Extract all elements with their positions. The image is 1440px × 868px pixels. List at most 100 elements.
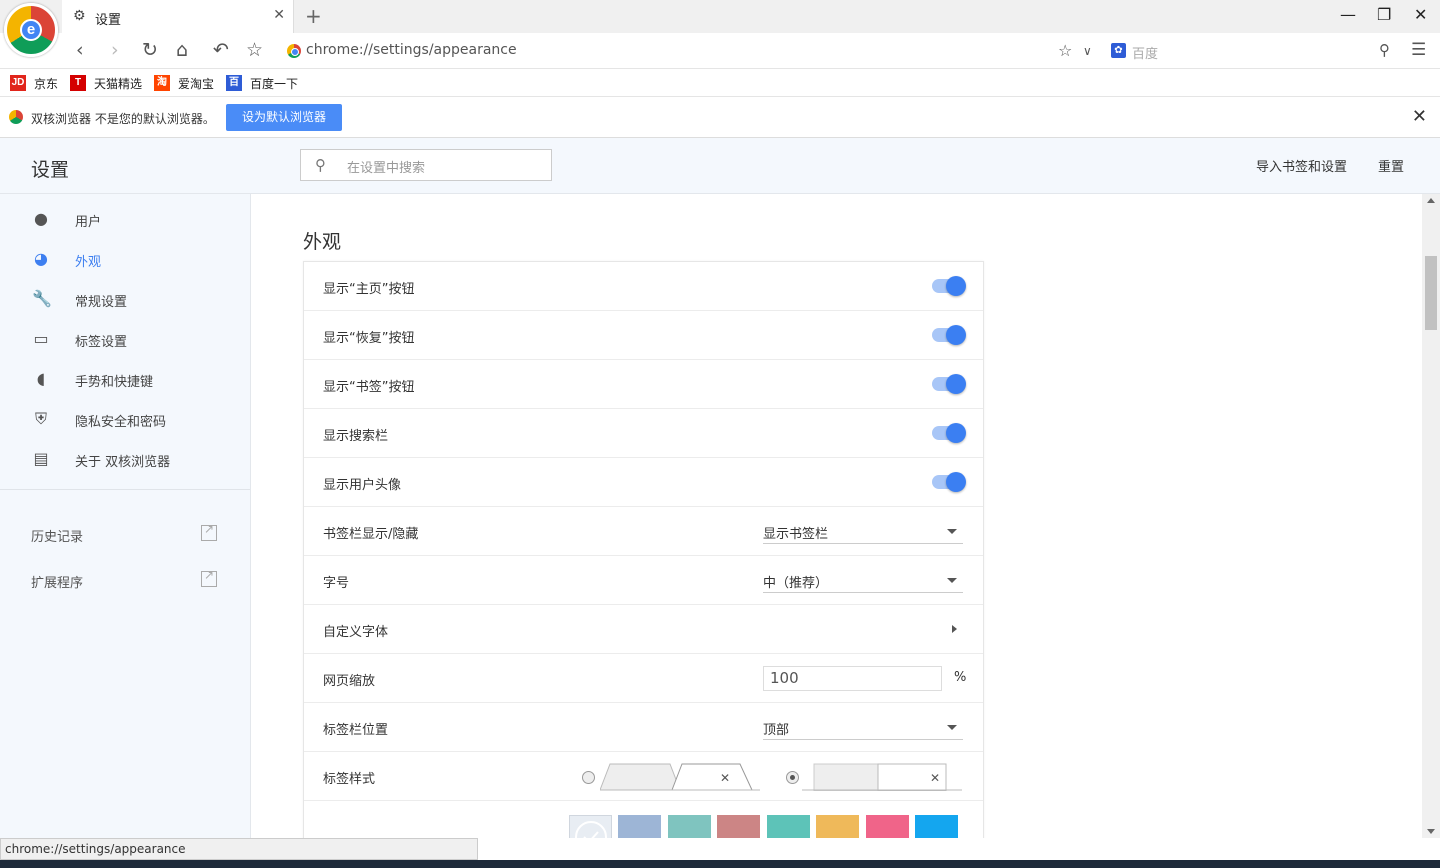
close-icon[interactable]: ✕	[1412, 106, 1427, 127]
mouse-icon: ◖	[36, 369, 46, 388]
browser-logo[interactable]: e	[4, 3, 58, 57]
baidu-icon[interactable]: ✿	[1111, 43, 1126, 58]
sidebar: ● 用户 ◕ 外观 🔧 常规设置 ▭ 标签设置 ◖ 手势和快捷键 ⛨ 隐私安全和…	[0, 194, 251, 868]
setting-row-restore-button: 显示“恢复”按钮	[304, 311, 983, 360]
import-bookmarks-link[interactable]: 导入书签和设置	[1256, 156, 1347, 175]
address-bar: ‹ › ↻ ⌂ ↶ ☆ chrome://settings/appearance…	[0, 33, 1440, 69]
theme-swatch-sky[interactable]	[915, 815, 958, 838]
setting-row-search-bar: 显示搜索栏	[304, 409, 983, 458]
set-default-button[interactable]: 设为默认浏览器	[226, 104, 342, 131]
tab-icon: ▭	[33, 329, 49, 348]
tab-style-rectangle-preview[interactable]: ✕	[802, 763, 962, 791]
setting-row-tab-style: 标签样式 ✕ ✕	[304, 752, 983, 801]
setting-row-avatar: 显示用户头像	[304, 458, 983, 507]
back-button[interactable]: ‹	[76, 39, 84, 61]
baidu-paw-icon: 百	[226, 75, 242, 91]
tab-settings[interactable]: ⚙ 设置 ✕	[62, 0, 294, 33]
dropdown-arrow-icon	[947, 725, 957, 730]
scroll-up-icon[interactable]	[1427, 198, 1435, 203]
theme-swatch-aqua[interactable]	[767, 815, 810, 838]
font-size-select[interactable]: 中（推荐）	[763, 567, 963, 593]
minimize-button[interactable]: —	[1340, 5, 1356, 24]
tab-title: 设置	[95, 13, 122, 28]
sidebar-item-users[interactable]: ● 用户	[0, 200, 250, 240]
restore-button[interactable]: ❐	[1377, 5, 1391, 24]
reset-link[interactable]: 重置	[1378, 156, 1404, 175]
reload-button[interactable]: ↻	[142, 39, 158, 61]
shield-icon: ⛨	[34, 409, 47, 428]
external-link-icon	[201, 522, 217, 541]
forward-button[interactable]: ›	[111, 39, 119, 61]
title-bar: ⚙ 设置 ✕ + — ❐ ✕	[0, 0, 1440, 33]
tab-style-radio-trapezoid[interactable]	[582, 771, 595, 784]
tab-position-select[interactable]: 顶部	[763, 714, 963, 740]
jd-icon: JD	[10, 75, 26, 91]
tab-close-icon[interactable]: ✕	[273, 7, 285, 23]
toggle-home-button[interactable]	[932, 276, 966, 296]
sidebar-item-appearance[interactable]: ◕ 外观	[0, 240, 250, 280]
sidebar-item-privacy[interactable]: ⛨ 隐私安全和密码	[0, 400, 250, 440]
toggle-bookmark-button[interactable]	[932, 374, 966, 394]
palette-icon: ◕	[34, 249, 48, 268]
bookmark-bar-select[interactable]: 显示书签栏	[763, 518, 963, 544]
scrollbar[interactable]	[1422, 194, 1440, 838]
scroll-down-icon[interactable]	[1427, 829, 1435, 834]
taskbar	[0, 860, 1440, 868]
theme-swatch-pink[interactable]	[866, 815, 909, 838]
new-tab-button[interactable]: +	[305, 4, 322, 28]
sidebar-item-tabs[interactable]: ▭ 标签设置	[0, 320, 250, 360]
restore-tab-button[interactable]: ↶	[213, 39, 229, 61]
scroll-thumb[interactable]	[1425, 256, 1437, 330]
gear-icon: ⚙	[73, 8, 86, 24]
theme-swatch-orange[interactable]	[816, 815, 859, 838]
search-box[interactable]: 百度	[1132, 43, 1158, 62]
page-title: 设置	[31, 159, 70, 181]
bookmark-star-icon[interactable]: ☆	[246, 39, 263, 61]
close-window-button[interactable]: ✕	[1414, 5, 1427, 24]
home-button[interactable]: ⌂	[176, 39, 188, 61]
zoom-input[interactable]: 100	[763, 666, 942, 691]
settings-main: 外观 显示“主页”按钮 显示“恢复”按钮 显示“书签”按钮 显示搜索栏 显示用户…	[251, 194, 1440, 838]
bookmark-jd[interactable]: JD 京东	[10, 74, 58, 92]
notice-text: 双核浏览器 不是您的默认浏览器。	[31, 112, 215, 126]
setting-row-home-button: 显示“主页”按钮	[304, 262, 983, 311]
setting-row-bookmark-button: 显示“书签”按钮	[304, 360, 983, 409]
external-link-icon	[201, 568, 217, 587]
theme-swatch-teal[interactable]	[668, 815, 711, 838]
setting-row-tab-position: 标签栏位置 顶部	[304, 703, 983, 752]
toggle-avatar[interactable]	[932, 472, 966, 492]
sidebar-item-gestures[interactable]: ◖ 手势和快捷键	[0, 360, 250, 400]
bookmark-tmall[interactable]: T 天猫精选	[70, 74, 142, 92]
bookmark-aitaobao[interactable]: 淘 爱淘宝	[154, 74, 214, 92]
search-input[interactable]: ⚲ 在设置中搜索	[300, 149, 552, 181]
sidebar-divider	[0, 489, 250, 490]
setting-row-custom-font[interactable]: 自定义字体	[304, 605, 983, 654]
chevron-down-icon[interactable]: ∨	[1083, 44, 1092, 58]
tab-style-trapezoid-preview[interactable]: ✕	[600, 763, 760, 791]
browser-icon	[9, 110, 23, 124]
bookmark-baidu[interactable]: 百 百度一下	[226, 74, 298, 92]
theme-swatch-rose[interactable]	[717, 815, 760, 838]
status-bar: chrome://settings/appearance	[0, 838, 478, 860]
theme-swatch-default[interactable]	[569, 815, 612, 838]
toggle-search-bar[interactable]	[932, 423, 966, 443]
person-icon: ●	[34, 209, 48, 228]
wrench-icon: 🔧	[32, 289, 52, 308]
theme-swatch-blue-gray[interactable]	[618, 815, 661, 838]
section-title: 外观	[303, 231, 342, 253]
toggle-restore-button[interactable]	[932, 325, 966, 345]
bookmarks-bar: JD 京东 T 天猫精选 淘 爱淘宝 百 百度一下	[0, 69, 1440, 97]
search-placeholder: 在设置中搜索	[347, 161, 426, 176]
search-icon[interactable]: ⚲	[1379, 41, 1390, 59]
tab-style-radio-rectangle[interactable]	[786, 771, 799, 784]
sidebar-item-about[interactable]: ▤ 关于 双核浏览器	[0, 440, 250, 480]
sidebar-link-extensions[interactable]: 扩展程序	[0, 561, 250, 601]
favorite-star-icon[interactable]: ☆	[1058, 41, 1072, 60]
taobao-icon: 淘	[154, 75, 170, 91]
url-field[interactable]: chrome://settings/appearance	[306, 42, 517, 58]
sidebar-link-history[interactable]: 历史记录	[0, 515, 250, 555]
svg-text:✕: ✕	[930, 771, 940, 785]
svg-text:✕: ✕	[720, 771, 730, 785]
menu-icon[interactable]: ☰	[1411, 40, 1426, 60]
sidebar-item-general[interactable]: 🔧 常规设置	[0, 280, 250, 320]
